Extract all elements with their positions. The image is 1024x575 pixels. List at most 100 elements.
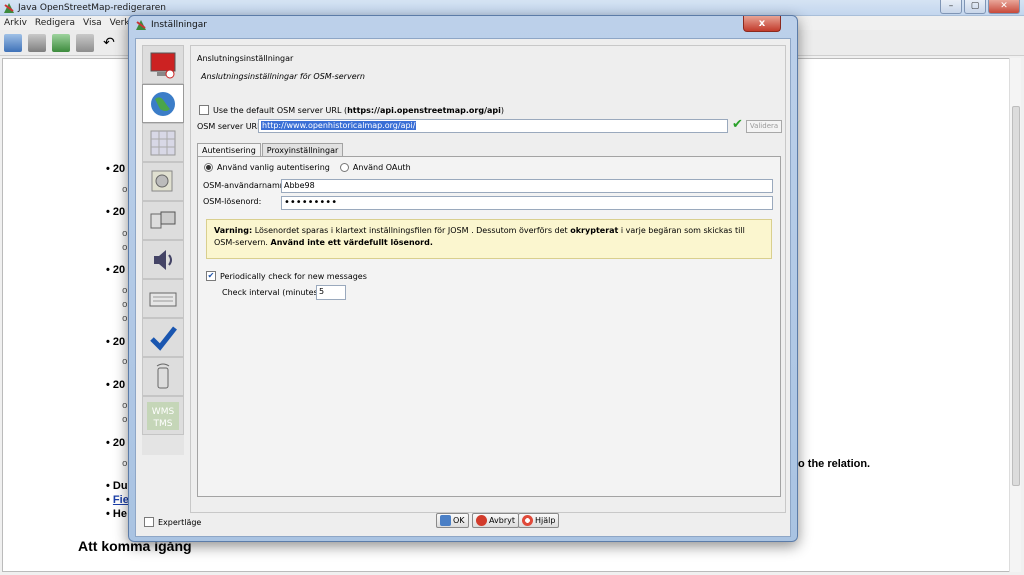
dialog-close-button[interactable]: x: [743, 16, 781, 32]
username-input[interactable]: Abbe98: [281, 179, 773, 193]
bg-bullet-item: • 20: [106, 379, 126, 391]
bg-bullet-item: • 20: [106, 264, 126, 276]
expert-mode-checkbox[interactable]: [144, 517, 154, 527]
open-icon[interactable]: [4, 33, 22, 52]
dialog-title: Inställningar: [151, 20, 207, 30]
authentication-tab-content: Använd vanlig autentisering Använd OAuth…: [197, 156, 781, 497]
password-label: OSM-lösenord:: [203, 197, 262, 206]
bg-du-text: • Du: [106, 480, 128, 492]
maximize-button[interactable]: ▢: [964, 0, 986, 14]
computer-icon: [150, 211, 176, 228]
josm-logo-icon: [136, 20, 146, 30]
ok-label: OK: [453, 516, 465, 525]
check-messages-label: Periodically check for new messages: [220, 271, 367, 281]
help-icon: [522, 515, 533, 526]
preference-side-tabs: WMS TMS: [142, 45, 184, 455]
default-url-checkbox[interactable]: [199, 105, 209, 115]
svg-text:TMS: TMS: [153, 419, 173, 429]
app-close-button[interactable]: ✕: [988, 0, 1020, 14]
bg-sub-item: o: [122, 314, 128, 324]
check-interval-input[interactable]: 5: [316, 285, 346, 300]
check-messages-row: ✔ Periodically check for new messages: [206, 271, 367, 281]
bg-bullet-item: • 20: [106, 437, 126, 449]
tab-plugin-settings[interactable]: [142, 162, 184, 201]
scroll-thumb[interactable]: [1012, 106, 1020, 486]
bg-sub-item: o: [122, 185, 128, 195]
plug-icon: [151, 170, 173, 191]
oauth-radio[interactable]: [339, 163, 349, 172]
bg-bullet-item: • 20: [106, 163, 126, 175]
tab-remote-control-settings[interactable]: [142, 357, 184, 396]
monitor-icon: [150, 52, 176, 78]
bg-bullet-item: • 20: [106, 206, 126, 218]
bg-sub-item: o: [122, 357, 128, 367]
section-title: Anslutningsinställningar: [197, 54, 294, 63]
validate-button[interactable]: Validera: [746, 120, 782, 133]
bg-sub-item: o: [122, 401, 128, 411]
valid-checkmark-icon: ✔: [732, 117, 743, 132]
dialog-title-bar: Inställningar: [135, 19, 207, 31]
connection-settings-panel: Anslutningsinställningar Anslutningsinst…: [190, 45, 786, 513]
bg-he-text: • He: [106, 508, 127, 520]
menu-redigera[interactable]: Redigera: [31, 16, 79, 30]
app-title-bar: Java OpenStreetMap-redigeraren – ▢ ✕: [0, 0, 1024, 16]
expert-mode-label: Expertläge: [158, 517, 202, 527]
tab-proxy-settings[interactable]: Proxyinställningar: [261, 143, 344, 156]
default-url-label: Use the default OSM server URL (https://…: [213, 105, 504, 115]
bg-bullet-item: • 20: [106, 336, 126, 348]
cancel-label: Avbryt: [489, 516, 515, 525]
password-input[interactable]: •••••••••: [281, 196, 773, 210]
ok-icon: [440, 515, 451, 526]
svg-text:WMS: WMS: [152, 407, 175, 417]
upload-icon[interactable]: [76, 33, 94, 52]
bg-sub-item: o: [122, 300, 128, 310]
globe-icon: [151, 91, 175, 116]
vertical-scrollbar[interactable]: [1009, 58, 1021, 572]
bg-sub-item: o: [122, 286, 128, 296]
menu-visa[interactable]: Visa: [79, 16, 106, 30]
bg-sub-item: o: [122, 459, 128, 469]
wms-tms-icon: WMS TMS: [147, 401, 179, 430]
ok-button[interactable]: OK: [436, 513, 469, 528]
expert-mode-row: Expertläge: [144, 517, 201, 527]
save-icon[interactable]: [28, 33, 46, 52]
bg-fie-link[interactable]: Fie: [113, 494, 129, 506]
speaker-icon: [154, 249, 172, 270]
basic-auth-label: Använd vanlig autentisering: [217, 163, 330, 172]
oauth-label: Använd OAuth: [352, 163, 411, 172]
map-grid-icon: [150, 130, 176, 155]
tab-map-settings[interactable]: [142, 123, 184, 162]
bg-relation-text: o the relation.: [798, 458, 871, 470]
download-icon[interactable]: [52, 33, 70, 52]
cancel-button[interactable]: Avbryt: [472, 513, 519, 528]
auth-method-row: Använd vanlig autentisering Använd OAuth: [204, 163, 411, 172]
tab-shortcut-settings[interactable]: [142, 279, 184, 318]
check-interval-label: Check interval (minutes):: [222, 288, 324, 297]
menu-arkiv[interactable]: Arkiv: [0, 16, 31, 30]
section-subtitle: Anslutningsinställningar för OSM-servern: [201, 72, 365, 81]
tab-audio-settings[interactable]: [142, 240, 184, 279]
tab-validator-settings[interactable]: [142, 318, 184, 357]
minimize-button[interactable]: –: [940, 0, 962, 14]
bg-sub-item: o: [122, 415, 128, 425]
remote-control-icon: [156, 363, 170, 388]
josm-logo-icon: [4, 2, 14, 13]
preferences-dialog: Inställningar x WMS TMS Anslutningsinstä…: [128, 15, 798, 542]
bg-sub-item: o: [122, 229, 128, 239]
tab-connection-settings[interactable]: [142, 84, 184, 123]
check-messages-checkbox[interactable]: ✔: [206, 271, 216, 281]
app-title: Java OpenStreetMap-redigeraren: [18, 2, 166, 13]
tab-display-settings[interactable]: [142, 45, 184, 84]
tab-wms-tms-settings[interactable]: WMS TMS: [142, 396, 184, 435]
undo-icon[interactable]: ↶: [100, 33, 118, 52]
bg-fie-item: • Fie: [106, 494, 129, 506]
checkmark-icon: [150, 325, 177, 351]
basic-auth-radio[interactable]: [204, 163, 213, 172]
server-url-input[interactable]: http://www.openhistoricalmap.org/api/: [258, 119, 728, 133]
tab-remote-settings[interactable]: [142, 201, 184, 240]
bg-sub-item: o: [122, 243, 128, 253]
cancel-icon: [476, 515, 487, 526]
password-warning: Varning: Lösenordet sparas i klartext in…: [206, 219, 772, 259]
help-button[interactable]: Hjälp: [518, 513, 560, 528]
tab-authentication[interactable]: Autentisering: [197, 143, 261, 157]
